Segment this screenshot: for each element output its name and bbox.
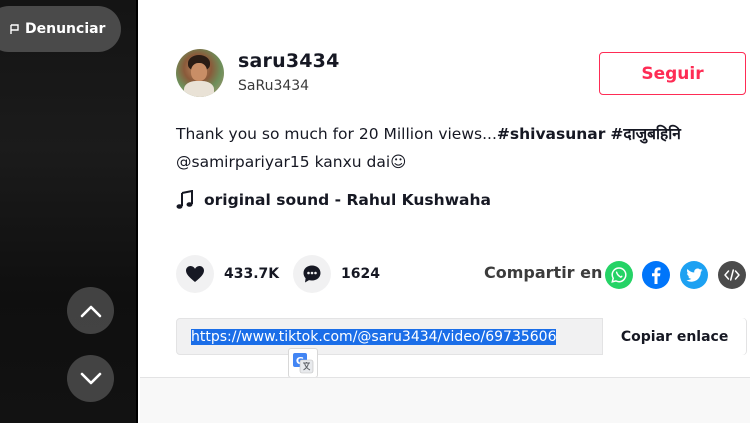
- follow-button[interactable]: Seguir: [599, 52, 746, 95]
- whatsapp-icon: [611, 267, 627, 283]
- embed-icon: [724, 269, 740, 281]
- music-label: original sound - Rahul Kushwaha: [204, 191, 491, 209]
- chevron-up-icon: [80, 305, 101, 317]
- comment-button[interactable]: 1624: [293, 255, 380, 293]
- report-button[interactable]: Denunciar: [0, 6, 122, 52]
- comment-count: 1624: [341, 266, 380, 282]
- heart-icon: [186, 266, 204, 282]
- music-note-icon: [176, 190, 193, 209]
- previous-video-button[interactable]: [67, 287, 114, 334]
- flag-icon: [10, 23, 19, 34]
- chevron-down-icon: [80, 372, 101, 384]
- hashtag-link[interactable]: #shivasunar: [497, 125, 606, 143]
- hashtag-link[interactable]: #दाजुबहिनि: [610, 125, 680, 143]
- avatar[interactable]: [176, 49, 224, 97]
- share-link-field[interactable]: https://www.tiktok.com/@saru3434/video/6…: [176, 318, 747, 355]
- description-text-2: kanxu dai☺: [309, 153, 407, 171]
- description-text: Thank you so much for 20 Million views..…: [176, 125, 497, 143]
- author-nickname: SaRu3434: [238, 78, 310, 94]
- music-link[interactable]: original sound - Rahul Kushwaha: [176, 190, 491, 210]
- mention-link[interactable]: @samirpariyar15: [176, 153, 310, 171]
- like-count: 433.7K: [224, 266, 280, 282]
- report-label: Denunciar: [25, 21, 106, 37]
- share-label: Compartir en: [484, 263, 603, 282]
- comments-section: [140, 378, 750, 423]
- share-link-url[interactable]: https://www.tiktok.com/@saru3434/video/6…: [177, 328, 602, 345]
- copy-link-button[interactable]: Copiar enlace: [602, 318, 746, 355]
- whatsapp-share-button[interactable]: [605, 261, 633, 289]
- video-player[interactable]: Denunciar: [0, 0, 138, 423]
- twitter-icon: [685, 268, 702, 282]
- facebook-share-button[interactable]: [642, 261, 670, 289]
- tiktok-video-page: Denunciar saru3434 SaRu3434 Seguir Thank…: [0, 0, 750, 423]
- comment-icon: [303, 265, 321, 283]
- next-video-button[interactable]: [67, 355, 114, 402]
- video-description: Thank you so much for 20 Million views..…: [176, 120, 746, 176]
- like-button[interactable]: 433.7K: [176, 255, 279, 293]
- facebook-icon: [652, 267, 661, 284]
- embed-share-button[interactable]: [718, 261, 746, 289]
- translate-icon[interactable]: G: [288, 348, 318, 378]
- author-username[interactable]: saru3434: [238, 50, 340, 72]
- twitter-share-button[interactable]: [680, 261, 708, 289]
